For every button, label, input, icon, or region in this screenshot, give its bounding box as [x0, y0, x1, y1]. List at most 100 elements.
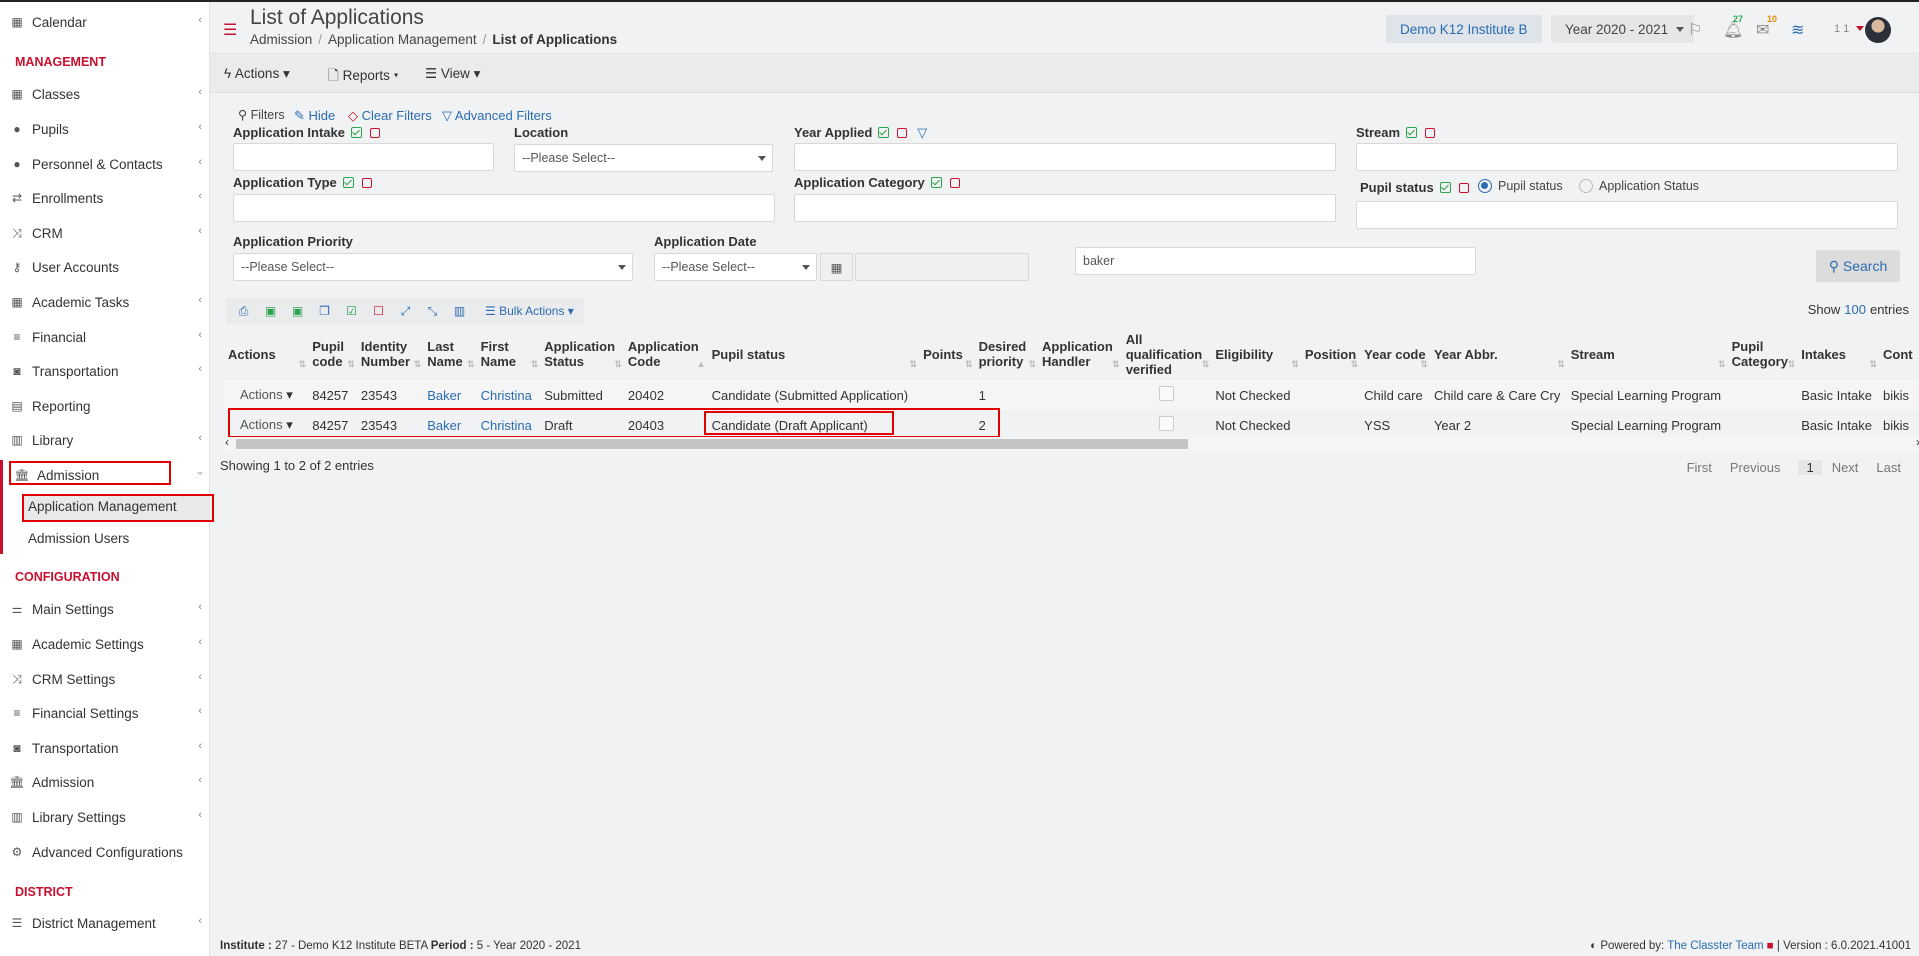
sidebar-item-academic-settings[interactable]: ▦ Academic Settings ‹ — [0, 630, 210, 658]
sidebar-item-academic-tasks[interactable]: ▦ Academic Tasks ‹ — [0, 288, 210, 316]
col-desired-priority[interactable]: Desired priority ⇅ — [975, 328, 1038, 380]
pager-first[interactable]: First — [1687, 460, 1712, 475]
deselect-icon[interactable] — [369, 128, 380, 138]
sidebar-item-crm[interactable]: ⤨ CRM ‹ — [0, 219, 210, 247]
copy-icon[interactable]: ❐ — [311, 304, 338, 318]
sidebar-item-main-settings[interactable]: ⚌ Main Settings ‹ — [0, 595, 210, 623]
application-date-select[interactable]: --Please Select-- — [654, 253, 817, 281]
select-all-icon[interactable] — [930, 177, 942, 188]
bulk-actions-button[interactable]: ☰ Bulk Actions ▾ — [479, 304, 580, 318]
deselect-icon[interactable] — [361, 178, 372, 188]
year-applied-input[interactable] — [794, 143, 1336, 171]
deselect-all-icon[interactable]: ☐ — [365, 304, 392, 318]
user-short-label[interactable]: 1 1 — [1834, 23, 1849, 35]
expand-icon[interactable]: ⤢ — [392, 304, 419, 319]
select-all-icon[interactable]: ☑ — [338, 304, 365, 318]
sidebar-item-pupils[interactable]: ● Pupils ‹ — [0, 115, 210, 143]
col-first-name[interactable]: First Name ⇅ — [477, 328, 541, 380]
radio-pupil-status[interactable]: Pupil status — [1478, 179, 1563, 193]
col-intakes[interactable]: Intakes ⇅ — [1797, 328, 1879, 380]
sidebar-item-admission-settings[interactable]: 🏛 Admission ‹ — [0, 768, 210, 796]
select-all-icon[interactable] — [878, 127, 890, 138]
deselect-icon[interactable] — [1425, 128, 1436, 138]
select-all-icon[interactable] — [350, 127, 362, 138]
col-application-status[interactable]: Application Status ⇅ — [540, 328, 624, 380]
application-intake-input[interactable] — [233, 143, 494, 171]
actions-menu-button[interactable]: ϟ Actions ▾ — [224, 66, 290, 82]
sidebar-item-reporting[interactable]: ▤ Reporting — [0, 392, 210, 420]
qualification-checkbox[interactable] — [1159, 386, 1174, 401]
flag-icon[interactable]: ⚐ — [1688, 20, 1702, 40]
deselect-icon[interactable] — [1458, 183, 1469, 193]
pager-current-page[interactable]: 1 — [1798, 460, 1822, 475]
col-last-name[interactable]: Last Name ⇅ — [423, 328, 476, 380]
user-caret-icon[interactable] — [1856, 26, 1864, 31]
col-cont[interactable]: Cont — [1879, 328, 1919, 380]
sidebar-item-classes[interactable]: ▦ Classes ‹ — [0, 80, 210, 108]
col-application-handler[interactable]: Application Handler ⇅ — [1038, 328, 1122, 380]
qualification-checkbox[interactable] — [1159, 416, 1174, 431]
page-size-selector[interactable]: 100 — [1844, 302, 1866, 317]
filter-icon[interactable]: ▽ — [917, 125, 927, 140]
avatar[interactable] — [1865, 17, 1891, 43]
cell-last-name-link[interactable]: Baker — [423, 380, 477, 410]
col-pupil-category[interactable]: Pupil Category ⇅ — [1728, 328, 1798, 380]
pager-previous[interactable]: Previous — [1730, 460, 1781, 475]
reports-menu-button[interactable]: 🗋 Reports ▾ — [328, 66, 399, 89]
application-priority-select[interactable]: --Please Select-- — [233, 253, 633, 281]
search-input[interactable]: baker — [1075, 247, 1476, 275]
columns-icon[interactable]: ▥ — [446, 304, 473, 318]
sidebar-item-personnel[interactable]: ● Personnel & Contacts ‹ — [0, 150, 210, 178]
sidebar-item-enrollments[interactable]: ⇄ Enrollments ‹ — [0, 184, 210, 212]
sidebar-item-library-settings[interactable]: ▥ Library Settings ‹ — [0, 803, 210, 831]
application-category-input[interactable] — [794, 194, 1336, 222]
view-menu-button[interactable]: ☰ View ▾ — [425, 66, 480, 82]
breadcrumb-application-management[interactable]: Application Management — [328, 32, 477, 47]
col-application-code[interactable]: Application Code ▲ — [624, 328, 708, 380]
sidebar-item-district-management[interactable]: ☰ District Management ‹ — [0, 909, 210, 937]
col-pupil-status[interactable]: Pupil status ⇅ — [708, 328, 920, 380]
sidebar-item-crm-settings[interactable]: ⤨ CRM Settings ‹ — [0, 665, 210, 693]
col-eligibility[interactable]: Eligibility ⇅ — [1211, 328, 1301, 380]
sidebar-item-library[interactable]: ▥ Library ‹ — [0, 426, 210, 454]
location-select[interactable]: --Please Select-- — [514, 144, 773, 172]
sidebar-item-transportation-settings[interactable]: ◙ Transportation ‹ — [0, 734, 210, 762]
layers-icon[interactable]: ≋ — [1791, 20, 1804, 40]
col-position[interactable]: Position ⇅ — [1301, 328, 1360, 380]
year-selector[interactable]: Year 2020 - 2021 — [1551, 15, 1695, 43]
deselect-icon[interactable] — [897, 128, 908, 138]
date-range-input[interactable] — [855, 253, 1029, 281]
scroll-left-icon[interactable]: ‹ — [225, 435, 229, 449]
stream-input[interactable] — [1356, 143, 1898, 171]
pager-next[interactable]: Next — [1832, 460, 1859, 475]
sidebar-item-advanced-configurations[interactable]: ⚙ Advanced Configurations — [0, 838, 210, 866]
sidebar-subitem-admission-users[interactable]: Admission Users — [28, 531, 129, 546]
excel-icon[interactable]: ▣ — [257, 304, 284, 318]
sidebar-item-user-accounts[interactable]: ⚷ User Accounts — [0, 253, 210, 281]
application-type-input[interactable] — [233, 194, 775, 222]
cell-all-qualification[interactable] — [1122, 410, 1212, 440]
breadcrumb-admission[interactable]: Admission — [250, 32, 312, 47]
sidebar-item-financial-settings[interactable]: ≡ Financial Settings ‹ — [0, 699, 210, 727]
select-all-icon[interactable] — [342, 177, 354, 188]
cell-all-qualification[interactable] — [1121, 380, 1212, 410]
col-all-qualification[interactable]: All qualification verified ⇅ — [1122, 328, 1212, 380]
pager-last[interactable]: Last — [1876, 460, 1901, 475]
col-year-code[interactable]: Year code ⇅ — [1360, 328, 1430, 380]
pupil-status-input[interactable] — [1356, 201, 1898, 229]
col-stream[interactable]: Stream ⇅ — [1567, 328, 1728, 380]
team-link[interactable]: The Classter Team — [1667, 940, 1763, 952]
scrollbar-thumb[interactable] — [236, 439, 1188, 449]
col-points[interactable]: Points ⇅ — [919, 328, 974, 380]
sidebar-item-financial[interactable]: ≡ Financial ‹ — [0, 323, 210, 351]
cell-first-name-link[interactable]: Christina — [476, 380, 541, 410]
select-all-icon[interactable] — [1439, 182, 1451, 193]
row-actions-button[interactable]: Actions ▾ — [224, 380, 309, 410]
horizontal-scrollbar[interactable]: ‹ › — [224, 435, 1919, 451]
col-year-abbr[interactable]: Year Abbr. ⇅ — [1430, 328, 1567, 380]
hamburger-menu-icon[interactable]: ☰ — [223, 20, 237, 40]
calendar-button[interactable]: ▦ — [820, 253, 853, 281]
col-identity-number[interactable]: Identity Number ⇅ — [357, 328, 423, 380]
radio-application-status[interactable]: Application Status — [1579, 179, 1699, 193]
deselect-icon[interactable] — [949, 178, 960, 188]
